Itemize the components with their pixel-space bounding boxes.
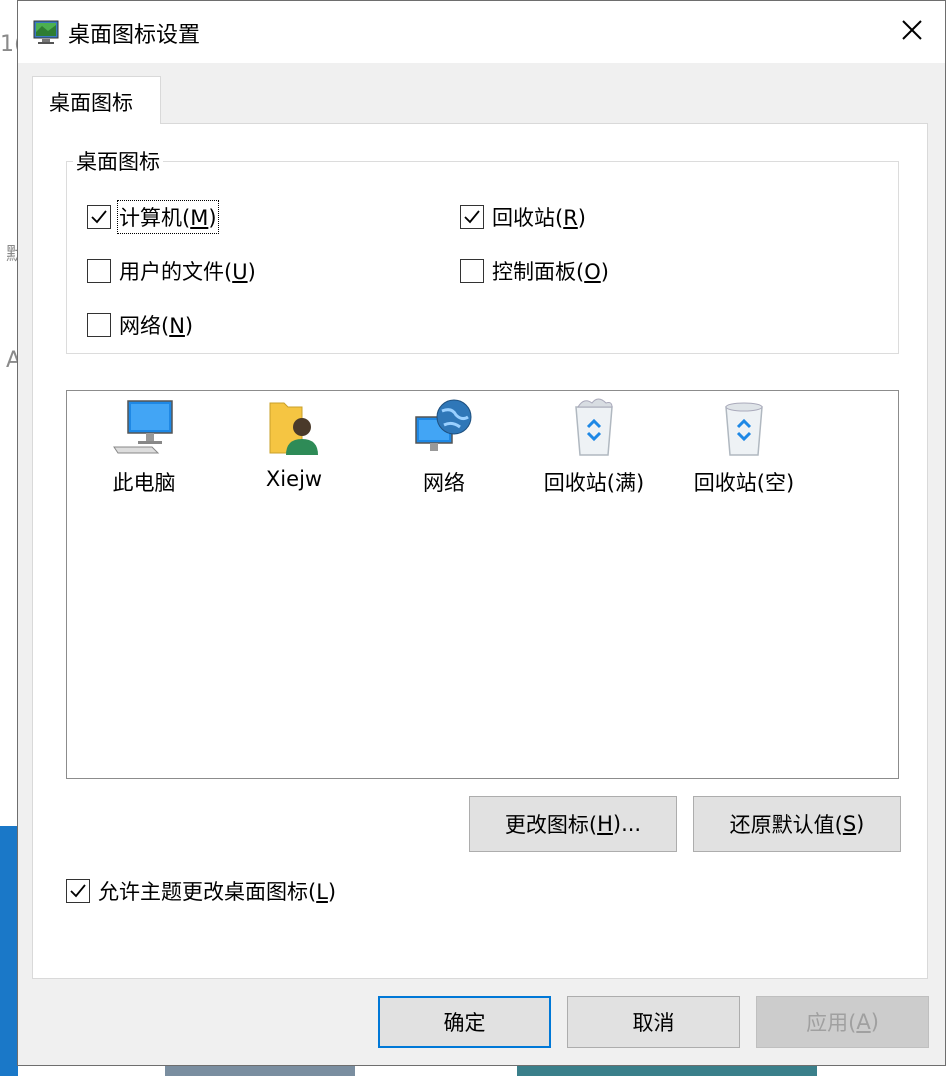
close-button[interactable] [879, 1, 945, 63]
computer-icon [69, 397, 219, 457]
checkbox-label: 网络(N) [119, 314, 194, 338]
user-files-checkbox[interactable]: 用户的文件(U) [87, 256, 256, 286]
list-item[interactable]: 网络 [369, 397, 519, 497]
control-panel-checkbox[interactable]: 控制面板(O) [460, 256, 609, 286]
cancel-button[interactable]: 取消 [567, 996, 740, 1048]
recycle-bin-checkbox[interactable]: 回收站(R) [460, 202, 586, 232]
checkbox-box[interactable] [460, 259, 484, 283]
background-desktop [0, 826, 18, 1076]
apply-button[interactable]: 应用(A) [756, 996, 929, 1048]
recycle-bin-full-icon [519, 397, 669, 457]
recycle-bin-empty-icon [669, 397, 819, 457]
icon-list[interactable]: 此电脑 Xiejw 网络 回收站(满) 回收站(空) [66, 390, 899, 779]
network-checkbox[interactable]: 网络(N) [87, 310, 193, 340]
list-item[interactable]: 回收站(满) [519, 397, 669, 497]
tab-desktop-icons[interactable]: 桌面图标 [32, 76, 161, 124]
desktop-icon-settings-dialog: 桌面图标设置 桌面图标 桌面图标 计算机(M) 回收站(R) 用户的文件(U) … [17, 0, 946, 1066]
checkbox-label: 允许主题更改桌面图标(L) [98, 880, 337, 904]
icon-label: 此电脑 [112, 471, 176, 495]
icon-label: 网络 [423, 471, 465, 495]
desktop-settings-icon [32, 17, 62, 47]
checkbox-label: 用户的文件(U) [119, 260, 256, 284]
allow-themes-checkbox[interactable]: 允许主题更改桌面图标(L) [66, 876, 336, 906]
list-item[interactable]: Xiejw [219, 397, 369, 491]
network-icon [369, 397, 519, 457]
checkbox-label: 计算机(M) [117, 200, 219, 234]
tab-panel: 桌面图标 计算机(M) 回收站(R) 用户的文件(U) 控制面板(O) 网络(N… [32, 123, 928, 979]
checkbox-box[interactable] [87, 205, 111, 229]
computer-checkbox[interactable]: 计算机(M) [87, 200, 219, 234]
icon-label: Xiejw [265, 467, 323, 491]
checkbox-box[interactable] [66, 879, 90, 903]
ok-button[interactable]: 确定 [378, 996, 551, 1048]
restore-default-button[interactable]: 还原默认值(S) [693, 796, 901, 852]
list-item[interactable]: 回收站(空) [669, 397, 819, 497]
desktop-icons-groupbox: 桌面图标 计算机(M) 回收站(R) 用户的文件(U) 控制面板(O) 网络(N… [66, 146, 899, 354]
checkbox-label: 回收站(R) [492, 206, 586, 230]
icon-label: 回收站(空) [693, 471, 795, 495]
close-icon [902, 20, 922, 44]
user-folder-icon [219, 397, 369, 457]
checkbox-box[interactable] [87, 313, 111, 337]
checkbox-box[interactable] [87, 259, 111, 283]
icon-label: 回收站(满) [543, 471, 645, 495]
list-item[interactable]: 此电脑 [69, 397, 219, 497]
checkbox-label: 控制面板(O) [492, 260, 609, 284]
change-icon-button[interactable]: 更改图标(H)... [469, 796, 677, 852]
title-bar: 桌面图标设置 [18, 1, 945, 63]
window-title: 桌面图标设置 [68, 23, 201, 48]
checkbox-box[interactable] [460, 205, 484, 229]
group-legend: 桌面图标 [73, 146, 163, 176]
